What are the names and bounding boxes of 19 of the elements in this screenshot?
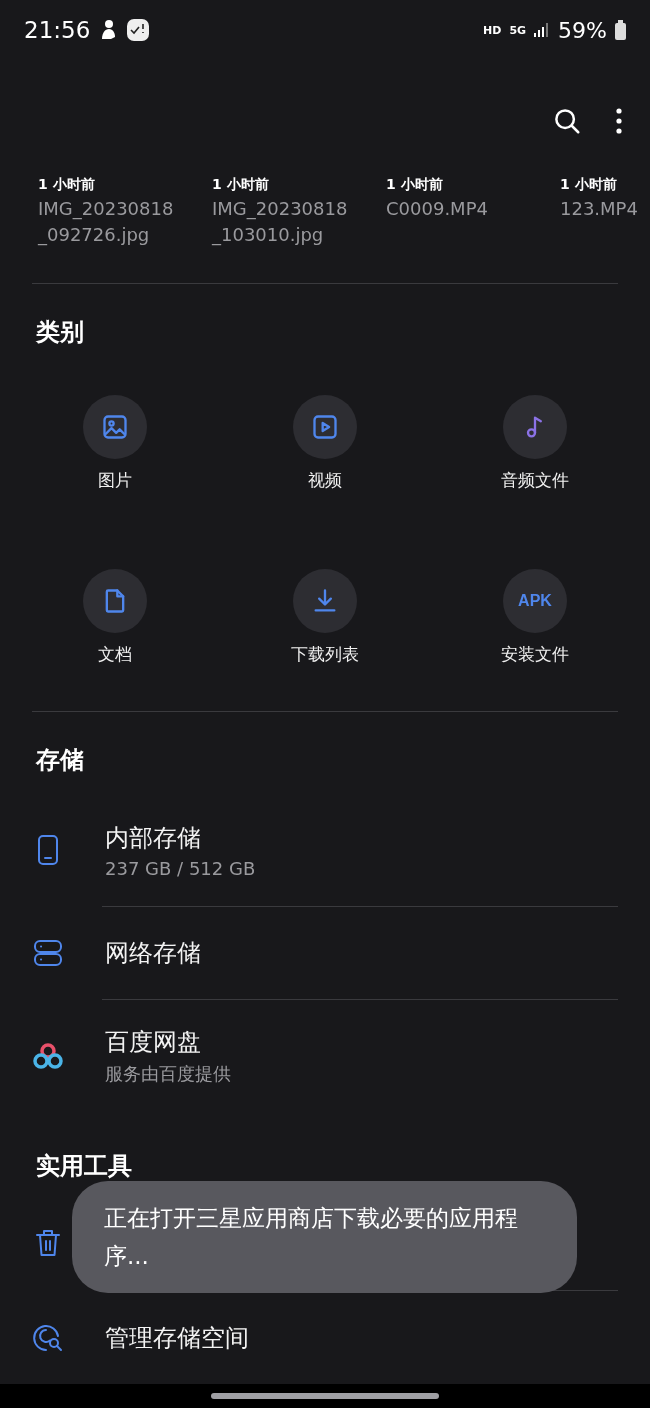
row-subtitle: 服务由百度提供 (105, 1062, 231, 1086)
download-toast: 正在打开三星应用商店下载必要的应用程序... (72, 1181, 577, 1293)
row-title: 内部存储 (105, 822, 202, 854)
file-time: 1 小时前 (560, 176, 618, 194)
file-time: 1 小时前 (386, 176, 444, 194)
apk-icon: APK (518, 592, 552, 610)
network-type: 5G (509, 23, 527, 37)
file-time: 1 小时前 (212, 176, 270, 194)
row-subtitle: 237 GB / 512 GB (105, 857, 256, 879)
clock: 21:56 (24, 17, 91, 43)
hd-indicator: HD (483, 23, 502, 37)
section-title: 实用工具 (35, 1151, 133, 1182)
section-title: 类别 (35, 317, 85, 348)
row-title: 管理存储空间 (105, 1323, 249, 1354)
row-title: 网络存储 (105, 938, 201, 969)
battery-percent: 59% (558, 17, 607, 43)
file-time: 1 小时前 (38, 176, 96, 194)
row-title: 百度网盘 (105, 1027, 202, 1058)
section-title: 存储 (34, 745, 85, 776)
